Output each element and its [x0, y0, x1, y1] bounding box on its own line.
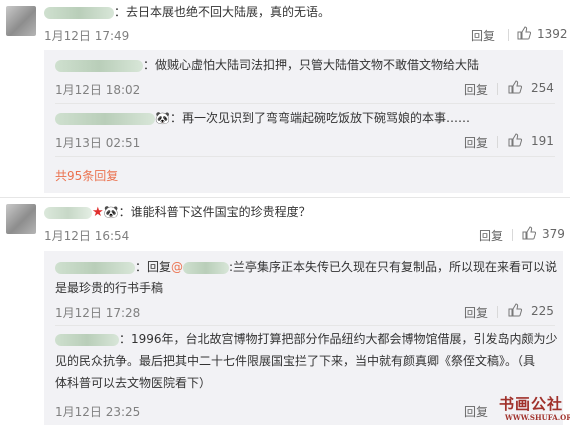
comment-1: ：去日本展也绝不回大陆展，真的无语。 [44, 1, 330, 23]
like-count: 191 [531, 134, 554, 148]
reply-button[interactable]: 回复 [471, 27, 495, 44]
reply-2-1-line2: 是最珍贵的行书手稿 [55, 281, 164, 295]
comment-time: 1月12日 16:54 [44, 229, 130, 243]
username[interactable] [55, 333, 119, 346]
star-badge-icon: ★ [92, 205, 104, 220]
reply-1-1: ：做贼心虚怕大陆司法扣押，只管大陆借文物不敢借文物给大陆 [55, 54, 479, 76]
mention-link[interactable]: @ [171, 260, 230, 274]
reply-time: 1月12日 17:28 [55, 306, 141, 320]
username[interactable] [55, 261, 135, 274]
more-replies-link[interactable]: 共95条回复 [55, 167, 118, 184]
like-icon[interactable] [508, 133, 522, 147]
like-icon[interactable] [508, 80, 522, 94]
like-icon[interactable] [522, 226, 536, 240]
avatar[interactable] [6, 204, 36, 234]
reply-1-2: 🐼：再一次见识到了弯弯端起碗吃饭放下碗骂娘的本事…… [55, 107, 470, 129]
reply-button[interactable]: 回复 [479, 227, 503, 244]
like-count: 225 [531, 304, 554, 318]
username[interactable] [44, 206, 92, 219]
reply-2-2-line2: 见的民众抗争。最后把其中二十七件限展国宝拦了下来，当中就有颜真卿《祭侄文稿》。（… [55, 354, 536, 368]
reply-button[interactable]: 回复 [464, 81, 488, 98]
like-count: 379 [542, 227, 565, 241]
reply-button[interactable]: 回复 [464, 134, 488, 151]
watermark-url: WWW.SHUFA.ORG [505, 413, 570, 422]
like-count: 1392 [537, 27, 568, 41]
like-icon[interactable] [517, 26, 531, 40]
like-icon[interactable] [508, 303, 522, 317]
reply-button[interactable]: 回复 [464, 304, 488, 321]
like-count: 254 [531, 81, 554, 95]
username[interactable] [44, 6, 114, 19]
username[interactable] [55, 112, 155, 125]
reply-2-2: ：1996年，台北故宫博物打算把部分作品纽约大都会博物馆借展，引发岛内颇为少 [55, 328, 558, 350]
username[interactable] [55, 59, 143, 72]
comment-2: ★🐼：谁能科普下这件国宝的珍贵程度？ [44, 201, 311, 224]
comment-time: 1月12日 17:49 [44, 29, 130, 43]
reply-2-1: ：回复@:兰亭集序正本失传已久现在只有复制品，所以现在来看可以说 [55, 256, 557, 278]
reply-time: 1月12日 23:25 [55, 405, 141, 419]
watermark-logo: 书画公社 [499, 395, 564, 413]
reply-time: 1月13日 02:51 [55, 136, 141, 150]
panda-emoji-icon: 🐼 [103, 205, 119, 219]
reply-button[interactable]: 回复 [464, 403, 488, 420]
reply-time: 1月12日 18:02 [55, 83, 141, 97]
avatar[interactable] [6, 6, 36, 36]
panda-emoji-icon: 🐼 [155, 111, 170, 125]
reply-2-2-line3: 体科普可以去文物医院看下） [55, 376, 212, 390]
